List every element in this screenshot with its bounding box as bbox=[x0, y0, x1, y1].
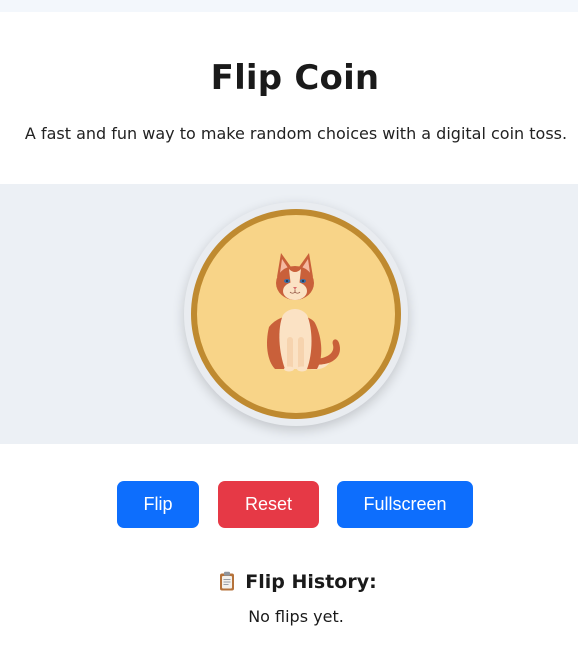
top-strip bbox=[0, 0, 578, 12]
fullscreen-button[interactable]: Fullscreen bbox=[337, 481, 473, 528]
reset-button[interactable]: Reset bbox=[218, 481, 319, 528]
coin[interactable] bbox=[191, 209, 401, 419]
history-heading: Flip History: bbox=[0, 571, 578, 593]
history-empty-text: No flips yet. bbox=[248, 607, 344, 626]
page-subtitle: A fast and fun way to make random choice… bbox=[24, 124, 568, 143]
cat-icon bbox=[267, 253, 340, 372]
page-title: Flip Coin bbox=[210, 58, 380, 98]
clipboard-icon bbox=[219, 571, 235, 591]
flip-button[interactable]: Flip bbox=[117, 481, 199, 528]
history-title: Flip History: bbox=[245, 571, 377, 593]
